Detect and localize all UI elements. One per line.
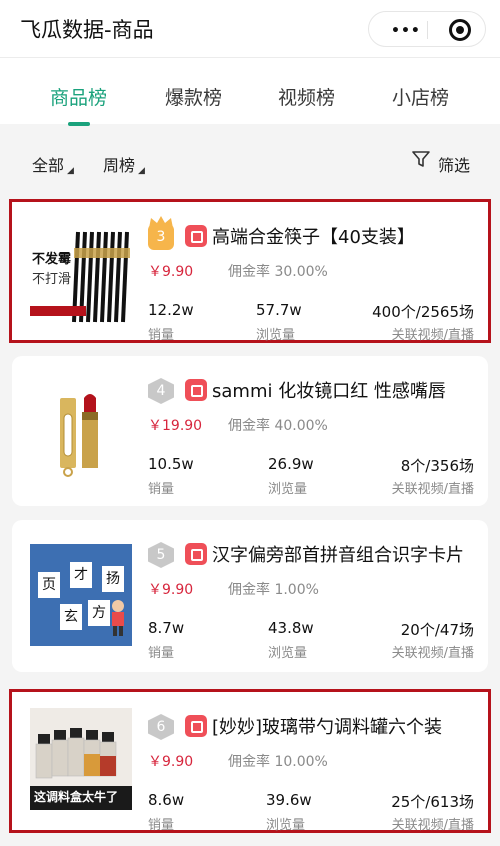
- shop-bag-icon: [185, 715, 207, 737]
- commission-rate: 佣金率 10.00%: [228, 754, 328, 770]
- product-card[interactable]: 4 sammi 化妆镜口红 性感嘴唇 ￥19.90 佣金率 40.00% 10.…: [12, 356, 488, 506]
- product-card[interactable]: 这调料盒太牛了 6 [妙妙]玻璃带勺调料罐六个装 ￥9.90 佣金率 10.00…: [9, 689, 491, 833]
- product-price: ￥9.90: [148, 754, 194, 770]
- product-card[interactable]: 页 才 玄 方 扬 5 汉字偏旁部首拼音组合识字卡片 ￥9.90 佣金率 1.0…: [12, 520, 488, 672]
- views-value: 57.7w: [256, 301, 302, 319]
- views-value: 26.9w: [268, 455, 314, 473]
- word-cards-image: 页 才 玄 方 扬: [30, 544, 132, 646]
- commission-rate: 佣金率 1.00%: [228, 582, 319, 598]
- product-title: sammi 化妆镜口红 性感嘴唇: [212, 381, 446, 402]
- commission-rate: 佣金率 30.00%: [228, 264, 328, 280]
- views-label: 浏览量: [268, 482, 308, 497]
- more-icon[interactable]: •••: [391, 23, 421, 39]
- views-value: 43.8w: [268, 619, 314, 637]
- thumb-caption: 不发霉: [32, 252, 72, 267]
- shop-bag-icon: [185, 543, 207, 565]
- card-char: 玄: [60, 604, 82, 630]
- shop-bag-icon: [185, 225, 207, 247]
- dropdown-triangle-icon: ◢: [138, 166, 145, 176]
- category-dropdown[interactable]: 全部 ◢: [32, 152, 74, 176]
- related-value: 8个/356场: [400, 457, 474, 475]
- product-price: ￥9.90: [148, 264, 194, 280]
- filter-bar: 全部 ◢ 周榜 ◢ 筛选: [0, 132, 500, 188]
- category-label: 全部: [32, 156, 65, 175]
- period-dropdown[interactable]: 周榜 ◢: [103, 152, 145, 176]
- page-title: 飞瓜数据-商品: [20, 18, 154, 42]
- tab-bar: 商品榜 爆款榜 视频榜 小店榜: [0, 58, 500, 124]
- views-label: 浏览量: [266, 818, 306, 833]
- card-char: 扬: [102, 566, 124, 592]
- close-target-icon[interactable]: [449, 19, 471, 41]
- card-char: 页: [38, 572, 60, 598]
- views-value: 39.6w: [266, 791, 312, 809]
- related-label: 关联视频/直播: [391, 328, 474, 343]
- related-label: 关联视频/直播: [391, 482, 474, 497]
- sales-value: 10.5w: [148, 455, 194, 473]
- rank-badge: 5: [148, 542, 174, 568]
- rank-badge: 6: [148, 714, 174, 740]
- dropdown-triangle-icon: ◢: [67, 166, 74, 176]
- filter-button[interactable]: 筛选: [438, 152, 470, 176]
- views-label: 浏览量: [268, 646, 308, 661]
- rank-badge: 3: [148, 224, 174, 250]
- sales-label: 销量: [148, 818, 175, 833]
- active-tab-indicator: [68, 122, 90, 126]
- rank-badge: 4: [148, 378, 174, 404]
- tab-shops[interactable]: 小店榜: [392, 83, 449, 110]
- child-figure-icon: [112, 600, 124, 636]
- sales-label: 销量: [148, 646, 175, 661]
- related-label: 关联视频/直播: [391, 646, 474, 661]
- funnel-icon[interactable]: [412, 150, 430, 168]
- related-value: 20个/47场: [400, 621, 474, 639]
- shop-bag-icon: [185, 379, 207, 401]
- tab-videos[interactable]: 视频榜: [278, 83, 335, 110]
- product-title: 汉字偏旁部首拼音组合识字卡片: [212, 545, 464, 566]
- tab-hot-items[interactable]: 爆款榜: [165, 83, 222, 110]
- thumb-caption: 这调料盒太牛了: [34, 790, 119, 804]
- sales-label: 销量: [148, 482, 175, 497]
- related-value: 400个/2565场: [372, 303, 474, 321]
- lipstick-image: [30, 384, 132, 486]
- related-value: 25个/613场: [391, 793, 474, 811]
- sales-label: 销量: [148, 328, 175, 343]
- chopsticks-image: 不发霉 不打滑: [30, 226, 132, 328]
- tab-products[interactable]: 商品榜: [50, 83, 107, 110]
- views-label: 浏览量: [256, 328, 296, 343]
- product-title: [妙妙]玻璃带勺调料罐六个装: [212, 717, 443, 738]
- title-bar: 飞瓜数据-商品 •••: [0, 0, 500, 58]
- mini-program-capsule: •••: [368, 11, 486, 47]
- period-label: 周榜: [103, 156, 136, 175]
- product-price: ￥19.90: [148, 418, 203, 434]
- thumb-caption: 不打滑: [32, 272, 72, 287]
- capsule-divider: [427, 21, 428, 39]
- related-label: 关联视频/直播: [391, 818, 474, 833]
- sales-value: 8.6w: [148, 791, 185, 809]
- commission-rate: 佣金率 40.00%: [228, 418, 328, 434]
- product-price: ￥9.90: [148, 582, 194, 598]
- sales-value: 12.2w: [148, 301, 194, 319]
- sales-value: 8.7w: [148, 619, 185, 637]
- product-title: 高端合金筷子【40支装】: [212, 227, 415, 248]
- product-card[interactable]: 不发霉 不打滑 3 高端合金筷子【40支装】 ￥9.90 佣金率 30.00% …: [9, 199, 491, 343]
- card-char: 才: [70, 562, 92, 588]
- spice-jars-image: 这调料盒太牛了: [30, 708, 132, 810]
